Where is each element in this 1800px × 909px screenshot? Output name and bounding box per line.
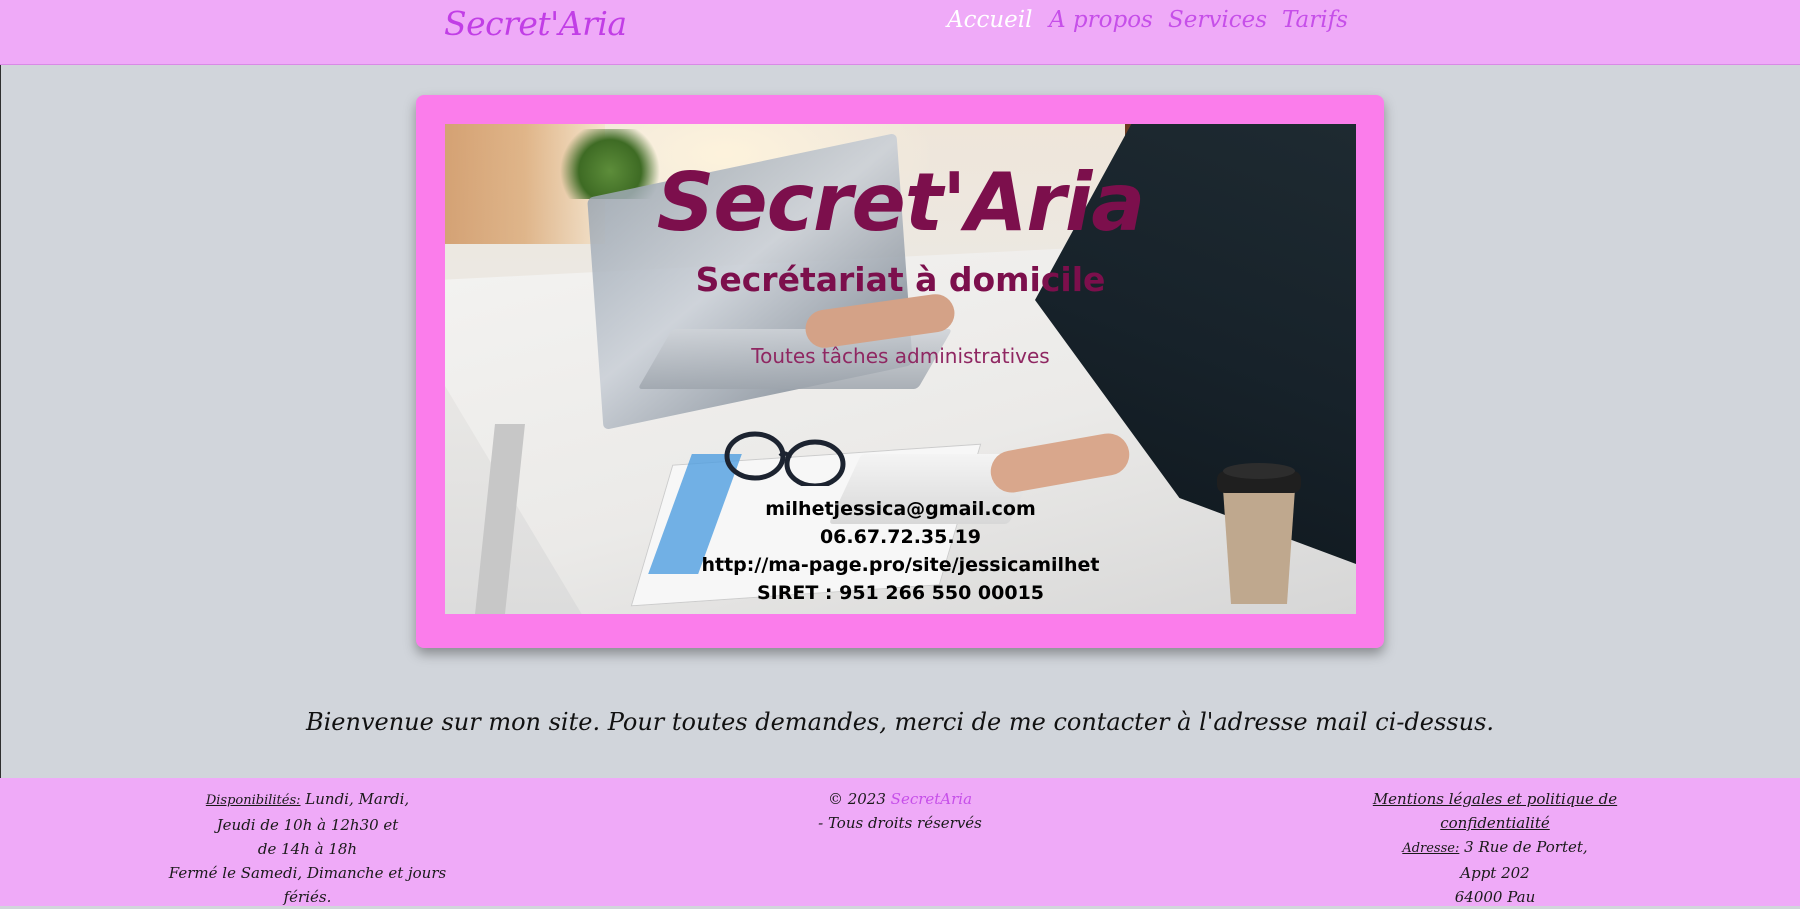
welcome-message: Bienvenue sur mon site. Pour toutes dema…	[305, 708, 1495, 736]
address-label: Adresse:	[1402, 841, 1460, 856]
contact-siret: SIRET : 951 266 550 00015	[756, 582, 1045, 604]
availability-label: Disponibilités:	[205, 793, 301, 808]
hero-subtitle: Secrétariat à domicile	[695, 260, 1106, 299]
footer-availability: Disponibilités: Lundi, Mardi, Jeudi de 1…	[150, 787, 465, 909]
contact-phone: 06.67.72.35.19	[819, 526, 982, 548]
availability-line-2: Jeudi de 10h à 12h30 et	[216, 816, 399, 834]
site-footer: Disponibilités: Lundi, Mardi, Jeudi de 1…	[0, 778, 1800, 906]
hero-banner-image: Secret'Aria Secrétariat à domicile Toute…	[445, 124, 1356, 614]
legal-notice-link[interactable]: Mentions légales et politique de confide…	[1335, 787, 1655, 835]
address-line-2: Appt 202	[1460, 864, 1530, 882]
hero-title: Secret'Aria	[656, 156, 1146, 249]
availability-line-1: Disponibilités: Lundi, Mardi,	[150, 787, 465, 813]
hero-card: Secret'Aria Secrétariat à domicile Toute…	[416, 95, 1384, 648]
availability-line-3: de 14h à 18h	[257, 840, 358, 858]
address-line-1: Adresse: 3 Rue de Portet,	[1335, 835, 1655, 861]
contact-email: milhetjessica@gmail.com	[765, 498, 1036, 520]
page-edge	[0, 0, 1, 906]
availability-days: Lundi, Mardi,	[300, 790, 410, 808]
address-line-3: 64000 Pau	[1454, 888, 1536, 906]
nav-accueil[interactable]: Accueil	[947, 7, 1033, 33]
copyright-suffix: - Tous droits réservés	[818, 814, 982, 832]
site-header: Secret'Aria Accueil A propos Services Ta…	[0, 0, 1800, 65]
nav-tarifs[interactable]: Tarifs	[1282, 7, 1348, 33]
hero-text-overlay: Secret'Aria Secrétariat à domicile Toute…	[445, 124, 1356, 614]
contact-website: http://ma-page.pro/site/jessicamilhet	[701, 554, 1100, 576]
footer-copyright: © 2023 SecretAria - Tous droits réservés	[750, 787, 1050, 835]
copyright-prefix: © 2023	[827, 790, 891, 808]
footer-legal: Mentions légales et politique de confide…	[1335, 787, 1655, 909]
nav-services[interactable]: Services	[1168, 7, 1267, 33]
address-street: 3 Rue de Portet,	[1459, 838, 1588, 856]
hero-tagline: Toutes tâches administratives	[751, 344, 1050, 368]
availability-line-4: Fermé le Samedi, Dimanche et jours férié…	[168, 864, 447, 906]
main-nav: Accueil A propos Services Tarifs	[0, 7, 1800, 47]
copyright-line: © 2023 SecretAria	[750, 787, 1050, 811]
copyright-brand[interactable]: SecretAria	[891, 790, 972, 808]
nav-a-propos[interactable]: A propos	[1049, 7, 1153, 33]
